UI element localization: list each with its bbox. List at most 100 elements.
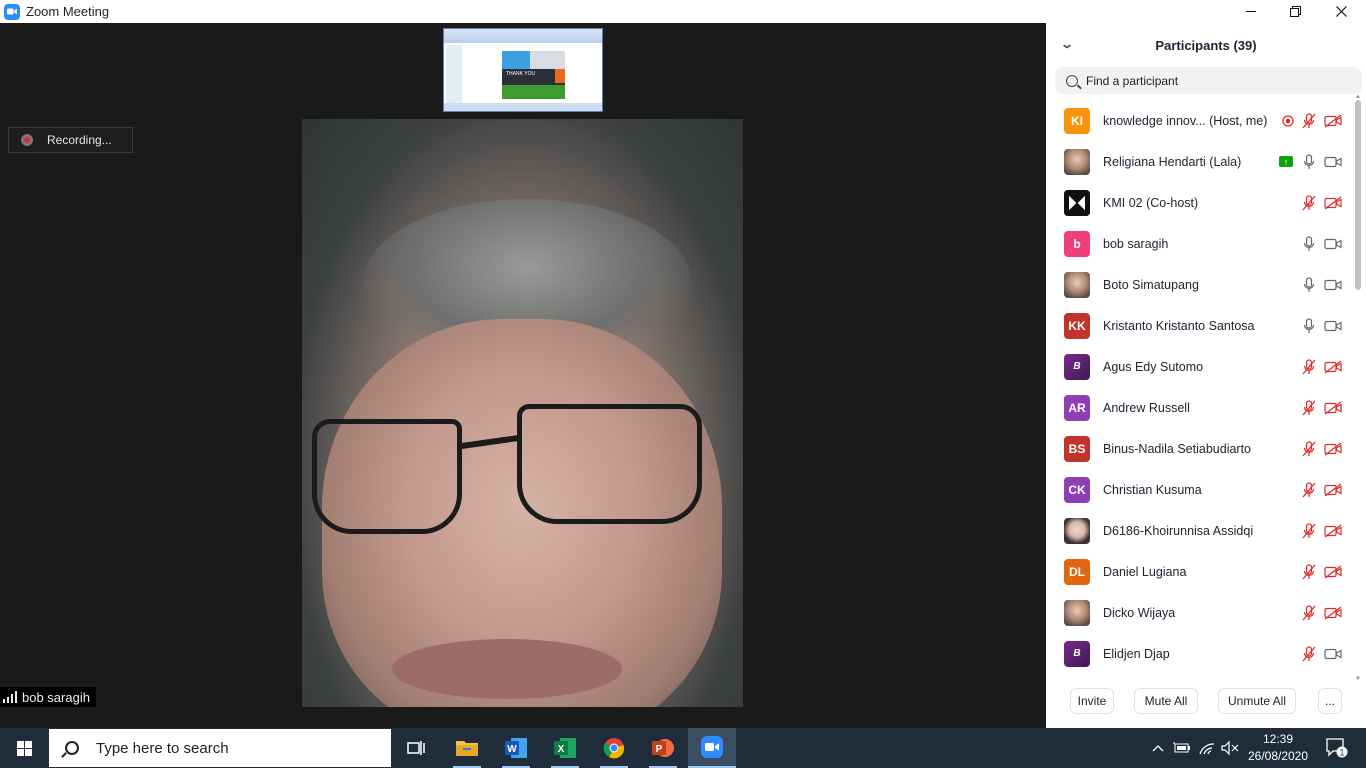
- participant-name: Andrew Russell: [1103, 400, 1190, 415]
- active-speaker-video[interactable]: [302, 119, 743, 707]
- video-off-icon[interactable]: [1324, 194, 1342, 212]
- video-off-icon[interactable]: [1324, 358, 1342, 376]
- close-button[interactable]: [1318, 0, 1364, 23]
- folder-icon: [456, 741, 478, 756]
- video-on-icon[interactable]: [1324, 235, 1342, 253]
- taskbar-clock[interactable]: 12:39 26/08/2020: [1238, 731, 1318, 765]
- participant-avatar-logo: [1064, 189, 1090, 216]
- mic-muted-icon[interactable]: [1300, 645, 1318, 663]
- chrome-button[interactable]: [590, 728, 638, 768]
- collapse-chevron-icon[interactable]: ⌄: [1060, 37, 1074, 51]
- action-center-button[interactable]: 1: [1322, 728, 1352, 768]
- recording-status-icon: [1279, 112, 1297, 130]
- participant-name: Binus-Nadila Setiabudiarto: [1103, 441, 1252, 456]
- mic-muted-icon[interactable]: [1300, 604, 1318, 622]
- participant-scrollbar[interactable]: ▲ ▼: [1354, 94, 1362, 682]
- battery-button[interactable]: [1171, 728, 1193, 768]
- participant-search-input[interactable]: [1086, 73, 1316, 88]
- participant-row[interactable]: Religiana Hendarti (Lala) ↑: [1046, 141, 1354, 182]
- start-button[interactable]: [0, 728, 48, 768]
- video-on-icon[interactable]: [1324, 317, 1342, 335]
- battery-icon: [1173, 742, 1190, 753]
- participant-row[interactable]: D6186-Khoirunnisa Assidqi: [1046, 510, 1354, 551]
- participant-row[interactable]: CK Christian Kusuma: [1046, 469, 1354, 510]
- participant-row[interactable]: KMI 02 (Co-host): [1046, 182, 1354, 223]
- participant-name: Agus Edy Sutomo: [1103, 359, 1204, 374]
- mic-on-icon[interactable]: [1300, 276, 1318, 294]
- zoom-taskbar-button[interactable]: [688, 728, 736, 768]
- window-title: Zoom Meeting: [26, 4, 110, 19]
- video-on-icon[interactable]: [1324, 276, 1342, 294]
- mic-muted-icon[interactable]: [1300, 440, 1318, 458]
- mute-all-button[interactable]: Mute All: [1134, 688, 1198, 714]
- participant-search: [1055, 67, 1362, 94]
- mic-on-icon[interactable]: [1300, 317, 1318, 335]
- participant-name: Religiana Hendarti (Lala): [1103, 154, 1242, 169]
- more-options-button[interactable]: ...: [1318, 688, 1342, 714]
- windows-taskbar: Type here to search W X P 12:39 26/08/20…: [0, 728, 1366, 768]
- maximize-button[interactable]: [1272, 0, 1318, 23]
- show-hidden-icons-button[interactable]: [1148, 728, 1168, 768]
- participant-name: KMI 02 (Co-host): [1103, 195, 1199, 210]
- excel-icon: X: [554, 738, 576, 758]
- video-off-icon[interactable]: [1324, 399, 1342, 417]
- screen-share-thumbnail[interactable]: THANK YOU: [443, 28, 603, 112]
- minimize-button[interactable]: [1228, 0, 1274, 23]
- taskbar-search-box[interactable]: Type here to search: [49, 729, 391, 767]
- powerpoint-button[interactable]: P: [639, 728, 687, 768]
- powerpoint-icon: P: [652, 739, 674, 757]
- clock-time: 12:39: [1262, 732, 1294, 746]
- video-off-icon[interactable]: [1324, 112, 1342, 130]
- video-off-icon[interactable]: [1324, 440, 1342, 458]
- video-on-icon[interactable]: [1324, 153, 1342, 171]
- mic-muted-icon[interactable]: [1300, 194, 1318, 212]
- participants-footer: Invite Mute All Unmute All ...: [1046, 688, 1366, 716]
- participant-row[interactable]: Dicko Wijaya: [1046, 592, 1354, 633]
- video-off-icon[interactable]: [1324, 522, 1342, 540]
- zoom-icon: [701, 736, 723, 758]
- word-button[interactable]: W: [492, 728, 540, 768]
- mic-on-icon[interactable]: [1300, 235, 1318, 253]
- mic-muted-icon[interactable]: [1300, 563, 1318, 581]
- unmute-all-button[interactable]: Unmute All: [1218, 688, 1296, 714]
- participant-row[interactable]: BS Binus-Nadila Setiabudiarto: [1046, 428, 1354, 469]
- network-button[interactable]: [1196, 728, 1218, 768]
- participant-row[interactable]: b bob saragih: [1046, 223, 1354, 264]
- participant-name: D6186-Khoirunnisa Assidqi: [1103, 523, 1254, 538]
- participant-row[interactable]: DL Daniel Lugiana: [1046, 551, 1354, 592]
- video-off-icon[interactable]: [1324, 604, 1342, 622]
- participant-avatar: B: [1064, 640, 1090, 667]
- video-off-icon[interactable]: [1324, 481, 1342, 499]
- participant-row[interactable]: AR Andrew Russell: [1046, 387, 1354, 428]
- task-view-icon: [407, 741, 425, 755]
- participant-row[interactable]: B Agus Edy Sutomo: [1046, 346, 1354, 387]
- search-icon: [1066, 74, 1078, 87]
- video-on-icon[interactable]: [1324, 645, 1342, 663]
- participants-title: Participants (39): [1155, 37, 1257, 53]
- mic-muted-icon[interactable]: [1300, 358, 1318, 376]
- file-explorer-button[interactable]: [443, 728, 491, 768]
- excel-button[interactable]: X: [541, 728, 589, 768]
- mic-muted-icon[interactable]: [1300, 112, 1318, 130]
- title-bar: Zoom Meeting: [0, 0, 1366, 23]
- recording-indicator[interactable]: Recording...: [8, 127, 133, 153]
- invite-button[interactable]: Invite: [1070, 688, 1114, 714]
- scroll-thumb[interactable]: [1355, 100, 1361, 290]
- participant-row[interactable]: KI knowledge innov... (Host, me): [1046, 100, 1354, 141]
- ppt-slide: THANK YOU: [502, 51, 565, 99]
- task-view-button[interactable]: [392, 728, 440, 768]
- participant-row[interactable]: B Elidjen Djap: [1046, 633, 1354, 674]
- mic-muted-icon[interactable]: [1300, 481, 1318, 499]
- participant-row[interactable]: KK Kristanto Kristanto Santosa: [1046, 305, 1354, 346]
- participant-avatar: AR: [1064, 394, 1090, 421]
- mic-on-icon[interactable]: [1300, 153, 1318, 171]
- mic-muted-icon[interactable]: [1300, 522, 1318, 540]
- participant-avatar: b: [1064, 230, 1090, 257]
- search-icon: [65, 741, 79, 755]
- participant-name: Elidjen Djap: [1103, 646, 1170, 661]
- scroll-down-arrow-icon[interactable]: ▼: [1355, 676, 1361, 682]
- connection-signal-icon: [3, 691, 17, 703]
- video-off-icon[interactable]: [1324, 563, 1342, 581]
- mic-muted-icon[interactable]: [1300, 399, 1318, 417]
- participant-row[interactable]: Boto Simatupang: [1046, 264, 1354, 305]
